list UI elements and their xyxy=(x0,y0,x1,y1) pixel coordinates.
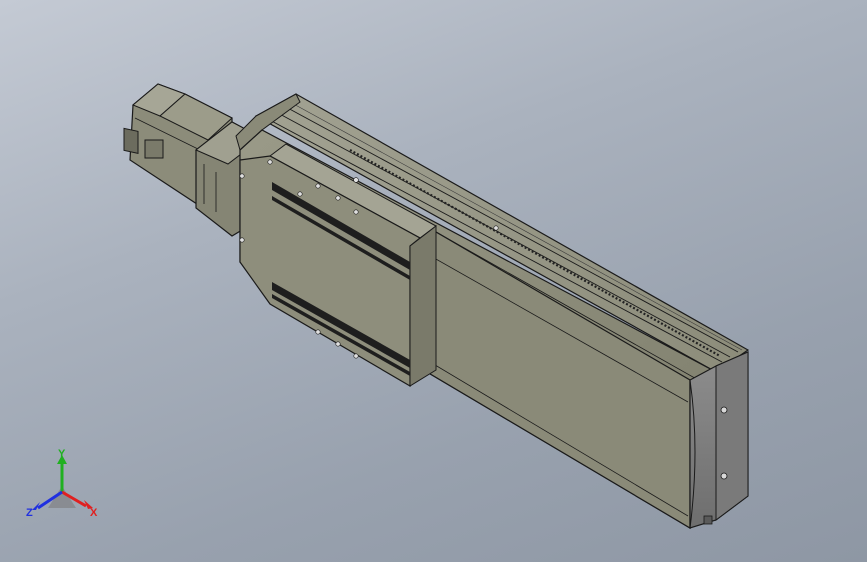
coordinate-triad: Y X Z xyxy=(26,448,106,524)
graphics-viewport[interactable]: Y X Z xyxy=(0,0,867,562)
x-axis-label: X xyxy=(90,507,98,519)
triad-icon: Y X Z xyxy=(26,448,98,519)
y-axis-label: Y xyxy=(58,448,66,460)
z-axis-label: Z xyxy=(26,507,33,519)
3d-model[interactable] xyxy=(0,0,867,562)
